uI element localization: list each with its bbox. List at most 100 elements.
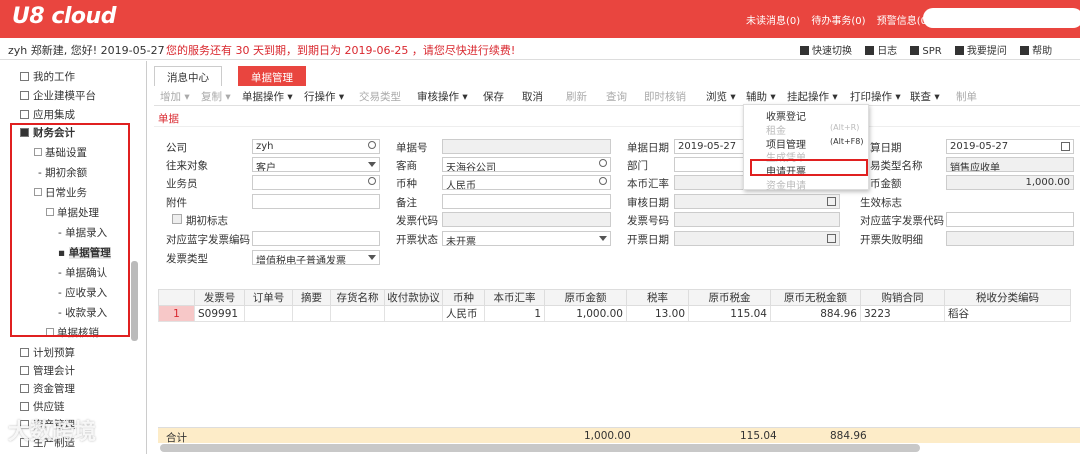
help-link[interactable]: 帮助 bbox=[1020, 46, 1052, 57]
col-header-rate: 本币汇率 bbox=[484, 289, 545, 306]
cell-tax-code[interactable]: 稻谷 bbox=[944, 305, 1071, 322]
cell-tax-rate[interactable]: 13.00 bbox=[626, 305, 689, 322]
plan-icon bbox=[20, 348, 29, 357]
doc-date-field[interactable]: 2019-05-27 bbox=[674, 139, 754, 154]
label-local-amount: 币金额 bbox=[870, 178, 902, 190]
link-query-button[interactable]: 联查 ▾ bbox=[910, 89, 940, 104]
quick-switch-link[interactable]: 快速切换 bbox=[800, 46, 852, 57]
spr-link[interactable]: SPR bbox=[910, 46, 942, 57]
copy-button[interactable]: 复制 ▾ bbox=[201, 89, 231, 104]
search-icon[interactable] bbox=[368, 141, 376, 149]
sidebar-item-planning[interactable]: 计划预算 bbox=[20, 345, 75, 360]
blue-invoice-no-field[interactable] bbox=[252, 231, 380, 246]
sidebar-item-fund-management[interactable]: 资金管理 bbox=[20, 381, 75, 396]
save-button[interactable]: 保存 bbox=[483, 89, 504, 104]
cell-payment-terms[interactable] bbox=[384, 305, 443, 322]
label-audit-date: 审核日期 bbox=[627, 197, 669, 209]
department-field[interactable] bbox=[674, 157, 754, 172]
party-select[interactable]: 客户 bbox=[252, 157, 380, 172]
switch-icon bbox=[800, 46, 809, 55]
opening-flag-checkbox[interactable] bbox=[172, 214, 182, 224]
refresh-button[interactable]: 刷新 bbox=[566, 89, 587, 104]
calendar-icon[interactable] bbox=[1061, 142, 1070, 151]
label-remark: 备注 bbox=[396, 197, 417, 209]
sidebar-item-mgmt-accounting[interactable]: 管理会计 bbox=[20, 363, 75, 378]
cell-order-no[interactable] bbox=[244, 305, 293, 322]
log-link[interactable]: 日志 bbox=[865, 46, 897, 57]
merchant-field[interactable]: 天海谷公司 bbox=[442, 157, 611, 172]
table-row[interactable]: 1 S09991 人民币 1 1,000.00 13.00 115.04 884… bbox=[158, 305, 1071, 322]
table-horizontal-scrollbar[interactable] bbox=[160, 444, 920, 452]
menu-item-receipt-register[interactable]: 收票登记 bbox=[766, 108, 806, 123]
search-icon[interactable] bbox=[599, 177, 607, 185]
calc-date-field[interactable]: 2019-05-27 bbox=[946, 139, 1074, 154]
hold-operation-button[interactable]: 挂起操作 ▾ bbox=[787, 89, 838, 104]
dropdown-arrow-icon[interactable] bbox=[368, 255, 376, 260]
cell-contract[interactable]: 3223 bbox=[860, 305, 945, 322]
attachment-field[interactable] bbox=[252, 194, 380, 209]
tab-message-center[interactable]: 消息中心 bbox=[154, 66, 222, 86]
invoice-number-field[interactable] bbox=[674, 212, 840, 227]
cell-amount[interactable]: 1,000.00 bbox=[544, 305, 627, 322]
menu-item-fund-apply[interactable]: 资金申请 bbox=[766, 177, 806, 192]
sidebar-item-enterprise-modeling[interactable]: 企业建模平台 bbox=[20, 88, 96, 103]
label-doc-no: 单据号 bbox=[396, 142, 428, 154]
cancel-button[interactable]: 取消 bbox=[522, 89, 543, 104]
search-icon[interactable] bbox=[368, 177, 376, 185]
cell-no-tax-amount[interactable]: 884.96 bbox=[770, 305, 861, 322]
sidebar-item-my-work[interactable]: 我的工作 bbox=[20, 69, 75, 84]
cell-rate[interactable]: 1 bbox=[484, 305, 545, 322]
browse-button[interactable]: 浏览 ▾ bbox=[706, 89, 736, 104]
trade-type-button[interactable]: 交易类型 bbox=[359, 89, 401, 104]
audit-operation-button[interactable]: 审核操作 ▾ bbox=[417, 89, 468, 104]
instant-verify-button[interactable]: 即时核销 bbox=[644, 89, 686, 104]
row-number[interactable]: 1 bbox=[158, 305, 195, 322]
query-button[interactable]: 查询 bbox=[606, 89, 627, 104]
table-sum-row: 合计 1,000.00 115.04 884.96 bbox=[158, 427, 1080, 444]
trans-type-field[interactable]: 销售应收单 bbox=[946, 157, 1074, 172]
service-expiry-warning[interactable]: 您的服务还有 30 天到期，到期日为 2019-06-25 ，请您尽快进行续费! bbox=[166, 42, 515, 58]
sidebar-item-app-integration[interactable]: 应用集成 bbox=[20, 107, 75, 122]
calendar-icon[interactable] bbox=[827, 197, 836, 206]
dropdown-arrow-icon[interactable] bbox=[599, 236, 607, 241]
exchange-rate-field[interactable] bbox=[674, 175, 754, 190]
todo-link[interactable]: 待办事务(0) bbox=[811, 16, 865, 27]
menu-item-rent[interactable]: 租金 bbox=[766, 122, 786, 137]
global-search-input[interactable] bbox=[923, 8, 1080, 28]
local-amount-field[interactable]: 1,000.00 bbox=[946, 175, 1074, 190]
salesman-field[interactable] bbox=[252, 175, 380, 190]
currency-field[interactable]: 人民币 bbox=[442, 175, 611, 190]
section-divider bbox=[154, 126, 1080, 127]
ask-question-link[interactable]: 我要提问 bbox=[954, 46, 1007, 57]
remark-field[interactable] bbox=[442, 194, 611, 209]
row-operation-button[interactable]: 行操作 ▾ bbox=[304, 89, 344, 104]
add-button[interactable]: 增加 ▾ bbox=[160, 89, 190, 104]
cell-summary[interactable] bbox=[292, 305, 331, 322]
assist-button[interactable]: 辅助 ▾ bbox=[746, 89, 776, 104]
print-operation-button[interactable]: 打印操作 ▾ bbox=[850, 89, 901, 104]
make-voucher-button[interactable]: 制单 bbox=[956, 89, 977, 104]
highlight-box-finance bbox=[10, 123, 130, 337]
doc-operation-button[interactable]: 单据操作 ▾ bbox=[242, 89, 293, 104]
watermark-logo: 大数跨境 bbox=[8, 420, 97, 445]
tab-doc-management[interactable]: 单据管理 bbox=[238, 66, 306, 86]
company-field[interactable]: zyh bbox=[252, 139, 380, 154]
dropdown-arrow-icon[interactable] bbox=[368, 162, 376, 167]
unread-messages-link[interactable]: 未读消息(0) bbox=[746, 16, 800, 27]
sidebar-item-supply-chain[interactable]: 供应链 bbox=[20, 399, 65, 414]
sidebar-scrollbar[interactable] bbox=[131, 261, 138, 341]
invoice-type-select[interactable]: 增值税电子普通发票 bbox=[252, 250, 380, 265]
doc-no-field[interactable] bbox=[442, 139, 611, 154]
audit-date-field[interactable] bbox=[674, 194, 840, 209]
cell-invoice-no[interactable]: S09991 bbox=[194, 305, 245, 322]
invoice-status-select[interactable]: 未开票 bbox=[442, 231, 611, 246]
invoice-date-field[interactable] bbox=[674, 231, 840, 246]
cell-inventory[interactable] bbox=[330, 305, 385, 322]
cell-currency[interactable]: 人民币 bbox=[442, 305, 485, 322]
invoice-fail-detail-field[interactable] bbox=[946, 231, 1074, 246]
blue-invoice-code-field[interactable] bbox=[946, 212, 1074, 227]
invoice-code-field[interactable] bbox=[442, 212, 611, 227]
search-icon[interactable] bbox=[599, 159, 607, 167]
calendar-icon[interactable] bbox=[827, 234, 836, 243]
cell-tax[interactable]: 115.04 bbox=[688, 305, 771, 322]
